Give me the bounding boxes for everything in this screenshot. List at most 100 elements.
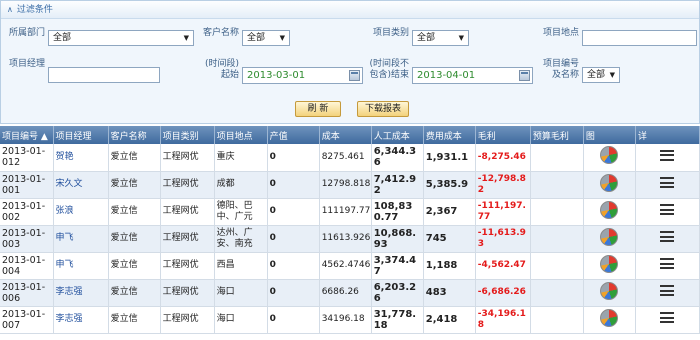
cell-type: 工程网优: [160, 252, 215, 280]
cell-code: 2013-01-004: [0, 252, 54, 280]
cell-manager[interactable]: 李志强: [53, 306, 109, 334]
calendar-icon[interactable]: [519, 70, 530, 81]
pie-chart-icon[interactable]: [600, 200, 619, 219]
pie-chart-icon[interactable]: [600, 227, 619, 246]
col-header-cost[interactable]: 成本: [319, 126, 372, 144]
col-header-output[interactable]: 产值: [267, 126, 320, 144]
cell-detail: [635, 252, 700, 280]
cell-code: 2013-01-012: [0, 144, 54, 172]
filter-title: 过滤条件: [16, 5, 53, 15]
list-icon[interactable]: [660, 177, 675, 188]
cell-cost: 8275.461: [319, 144, 372, 172]
cell-manager[interactable]: 申飞: [53, 225, 109, 253]
cell-detail: [635, 144, 700, 172]
cell-detail: [635, 171, 700, 199]
download-report-button[interactable]: 下载报表: [357, 101, 409, 117]
pie-chart-icon[interactable]: [600, 308, 619, 327]
list-icon[interactable]: [660, 258, 675, 269]
calendar-icon[interactable]: [349, 70, 360, 81]
cell-location: 成都: [214, 171, 268, 199]
col-header-customer[interactable]: 客户名称: [108, 126, 161, 144]
col-header-location[interactable]: 项目地点: [214, 126, 268, 144]
cell-expense: 483: [423, 279, 476, 307]
cell-profit: -111,197.77: [475, 198, 531, 226]
cell-customer: 爱立信: [108, 225, 161, 253]
cell-detail: [635, 225, 700, 253]
dept-select-value: 全部: [53, 33, 72, 43]
cell-labor: 7,412.92: [371, 171, 424, 199]
col-header-detail[interactable]: 详: [635, 126, 700, 144]
pie-chart-icon[interactable]: [600, 254, 619, 273]
cell-location: 西昌: [214, 252, 268, 280]
cell-manager[interactable]: 申飞: [53, 252, 109, 280]
col-header-code[interactable]: 项目编号 ▲: [0, 126, 54, 144]
start-label: (时间段)起始: [204, 59, 239, 80]
col-header-profit[interactable]: 毛利: [475, 126, 531, 144]
location-input[interactable]: [582, 30, 697, 46]
customer-select[interactable]: 全部 ▼: [242, 30, 290, 46]
cell-manager[interactable]: 贺艳: [53, 144, 109, 172]
cell-location: 海口: [214, 279, 268, 307]
cell-type: 工程网优: [160, 306, 215, 334]
chevron-down-icon: ▼: [279, 34, 285, 42]
end-date-input[interactable]: 2013-04-01: [412, 67, 533, 84]
cell-labor: 10,868.93: [371, 225, 424, 253]
collapse-icon[interactable]: ∧: [7, 5, 13, 14]
cell-cost: 111197.77: [319, 198, 372, 226]
list-icon[interactable]: [660, 204, 675, 215]
cell-chart: [583, 171, 636, 199]
customer-select-value: 全部: [247, 33, 266, 43]
col-header-expense[interactable]: 费用成本: [423, 126, 476, 144]
cell-detail: [635, 198, 700, 226]
cell-manager[interactable]: 宋久文: [53, 171, 109, 199]
pie-chart-icon[interactable]: [600, 281, 619, 300]
col-header-manager[interactable]: 项目经理: [53, 126, 109, 144]
manager-label: 项目经理: [8, 59, 45, 69]
table-row: 2013-01-004 申飞 爱立信 工程网优 西昌 0 4562.4746 3…: [0, 252, 700, 280]
pie-chart-icon[interactable]: [600, 173, 619, 192]
cell-expense: 5,385.9: [423, 171, 476, 199]
col-header-type[interactable]: 项目类别: [160, 126, 215, 144]
cell-budget-profit: [530, 252, 584, 280]
cell-manager[interactable]: 张浪: [53, 198, 109, 226]
table-row: 2013-01-012 贺艳 爱立信 工程网优 重庆 0 8275.461 6,…: [0, 144, 700, 172]
cell-location: 达州、广安、南充: [214, 225, 268, 253]
list-icon[interactable]: [660, 149, 675, 161]
cell-location: 德阳、巴中、广元: [214, 198, 268, 226]
cell-labor: 31,778.18: [371, 306, 424, 334]
cell-profit: -6,686.26: [475, 279, 531, 307]
table-row: 2013-01-001 宋久文 爱立信 工程网优 成都 0 12798.818 …: [0, 171, 700, 199]
project-select[interactable]: 全部 ▼: [582, 67, 620, 83]
cell-budget-profit: [530, 144, 584, 172]
table-row: 2013-01-002 张浪 爱立信 工程网优 德阳、巴中、广元 0 11119…: [0, 198, 700, 226]
refresh-button[interactable]: 刷 新: [295, 101, 341, 117]
cell-type: 工程网优: [160, 225, 215, 253]
start-date-input[interactable]: 2013-03-01: [242, 67, 363, 84]
list-icon[interactable]: [660, 312, 675, 323]
cell-budget-profit: [530, 171, 584, 199]
dept-label: 所属部门: [8, 28, 45, 38]
col-header-labor[interactable]: 人工成本: [371, 126, 424, 144]
cell-output: 0: [267, 279, 320, 307]
cell-budget-profit: [530, 306, 584, 334]
type-label: 项目类别: [372, 28, 409, 38]
table-row: 2013-01-007 李志强 爱立信 工程网优 海口 0 34196.18 3…: [0, 306, 700, 334]
list-icon[interactable]: [660, 231, 675, 242]
list-icon[interactable]: [660, 285, 675, 296]
manager-input[interactable]: [48, 67, 160, 83]
project-table: 项目编号 ▲ 项目经理 客户名称 项目类别 项目地点 产值 成本 人工成本 费用…: [0, 126, 700, 334]
pie-chart-icon[interactable]: [600, 146, 619, 165]
type-select[interactable]: 全部 ▼: [412, 30, 469, 46]
col-header-chart[interactable]: 图: [583, 126, 636, 144]
cell-chart: [583, 225, 636, 253]
cell-code: 2013-01-002: [0, 198, 54, 226]
cell-customer: 爱立信: [108, 144, 161, 172]
dept-select[interactable]: 全部 ▼: [48, 30, 194, 46]
cell-chart: [583, 306, 636, 334]
cell-manager[interactable]: 李志强: [53, 279, 109, 307]
cell-code: 2013-01-003: [0, 225, 54, 253]
filter-header[interactable]: ∧ 过滤条件: [1, 1, 699, 19]
cell-location: 重庆: [214, 144, 268, 172]
cell-profit: -12,798.82: [475, 171, 531, 199]
col-header-budget-profit[interactable]: 预算毛利: [530, 126, 584, 144]
